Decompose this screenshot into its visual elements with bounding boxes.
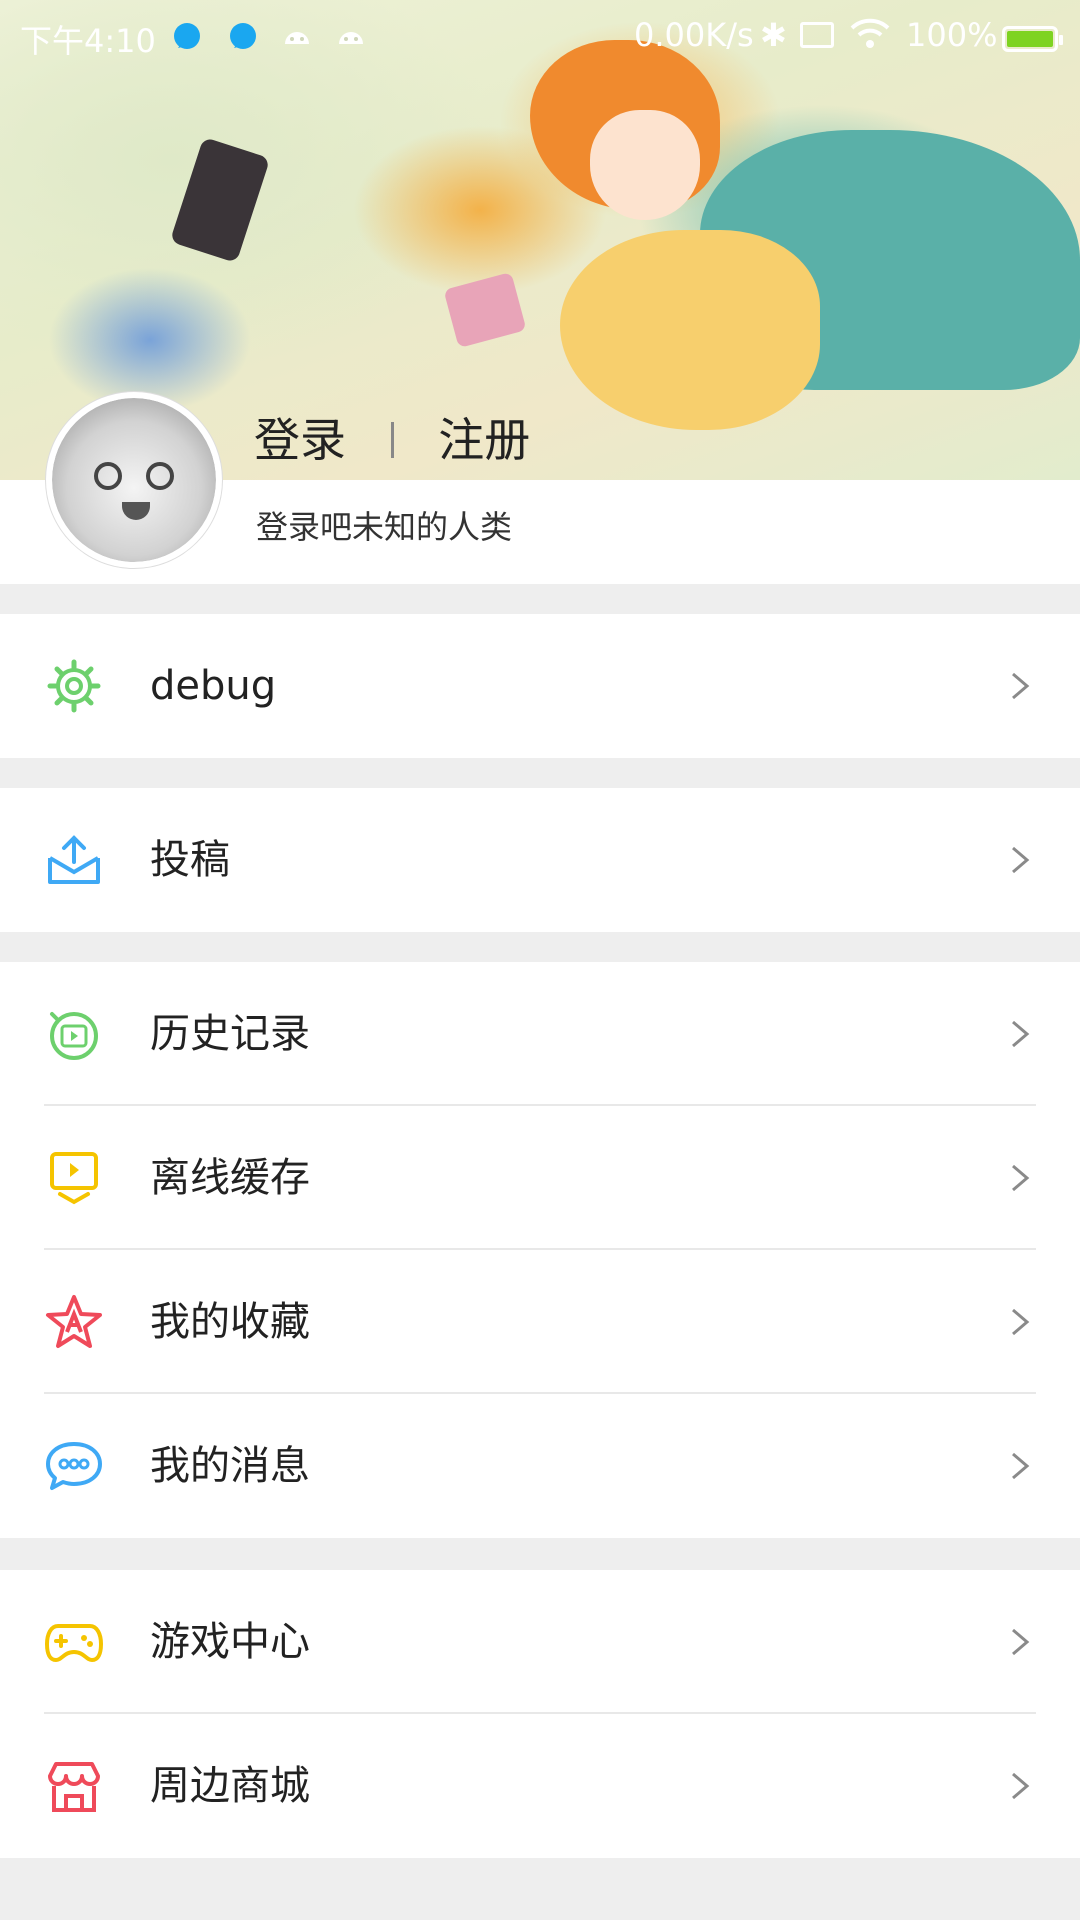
menu-item-label: 我的消息 xyxy=(150,1443,310,1489)
bluetooth-icon: ✱ xyxy=(760,16,787,54)
no-sim-icon xyxy=(800,22,834,48)
gear-icon xyxy=(47,659,101,713)
menu-group-submit: 投稿 xyxy=(0,788,1080,932)
chevron-right-icon xyxy=(1012,1020,1030,1048)
network-speed: 0.00K/s xyxy=(634,16,754,54)
android-notification-icon xyxy=(285,32,309,44)
menu-item-game-center[interactable]: 游戏中心 xyxy=(0,1570,1080,1714)
menu-item-favorites[interactable]: 我的收藏 xyxy=(0,1250,1080,1394)
upload-tray-icon xyxy=(48,835,100,884)
login-subtitle: 登录吧未知的人类 xyxy=(256,508,513,546)
gamepad-icon xyxy=(45,1624,103,1662)
android-notification-icon-2 xyxy=(339,32,363,44)
menu-item-label: 投稿 xyxy=(150,837,230,883)
banner-face-shape xyxy=(590,110,700,220)
menu-item-history[interactable]: 历史记录 xyxy=(0,962,1080,1106)
status-time: 下午4:10 xyxy=(20,22,156,60)
menu-item-messages[interactable]: 我的消息 xyxy=(0,1394,1080,1538)
menu-group-debug: debug xyxy=(0,614,1080,758)
menu-item-label: 周边商城 xyxy=(150,1763,310,1809)
chevron-right-icon xyxy=(1012,1164,1030,1192)
menu-item-debug[interactable]: debug xyxy=(0,614,1080,758)
chevron-right-icon xyxy=(1012,1628,1030,1656)
history-play-icon xyxy=(50,1012,98,1060)
menu-item-submit[interactable]: 投稿 xyxy=(0,788,1080,932)
banner-pillow-shape xyxy=(560,230,820,430)
battery-icon xyxy=(1002,26,1063,52)
chevron-right-icon xyxy=(1012,672,1030,700)
menu-group-services: 游戏中心 周边商城 xyxy=(0,1570,1080,1858)
menu-item-label: debug xyxy=(150,663,277,709)
menu-item-label: 游戏中心 xyxy=(150,1619,310,1665)
star-icon xyxy=(46,1295,102,1348)
menu-group-content: 历史记录 离线缓存 我的收藏 我的消息 xyxy=(0,962,1080,1538)
store-icon xyxy=(48,1762,100,1812)
chat-bubble-icon xyxy=(46,1442,102,1490)
menu-item-label: 历史记录 xyxy=(150,1011,310,1057)
download-video-icon xyxy=(50,1152,98,1205)
register-link[interactable]: 注册 xyxy=(438,408,530,472)
login-link[interactable]: 登录 xyxy=(254,408,346,472)
chevron-right-icon xyxy=(1012,1308,1030,1336)
chat-notification-icon-2 xyxy=(230,23,256,49)
menu-item-shop[interactable]: 周边商城 xyxy=(0,1714,1080,1858)
menu-item-label: 离线缓存 xyxy=(150,1155,310,1201)
avatar[interactable] xyxy=(46,392,222,568)
wifi-icon xyxy=(850,18,890,48)
chat-notification-icon xyxy=(174,23,200,49)
chevron-right-icon xyxy=(1012,1452,1030,1480)
menu-item-label: 我的收藏 xyxy=(150,1299,310,1345)
login-register-links: 登录 注册 xyxy=(254,408,530,472)
status-bar: 下午4:10 0.00K/s ✱ 100% xyxy=(0,0,1080,72)
login-separator xyxy=(390,422,394,458)
banner-cards-shape xyxy=(443,271,527,349)
chevron-right-icon xyxy=(1012,1772,1030,1800)
menu-item-offline-cache[interactable]: 离线缓存 xyxy=(0,1106,1080,1250)
battery-percent: 100% xyxy=(906,16,998,54)
banner-phone-shape xyxy=(169,136,271,264)
chevron-right-icon xyxy=(1012,846,1030,874)
